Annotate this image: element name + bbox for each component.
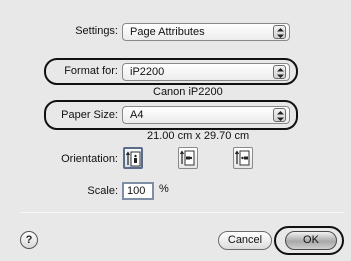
scale-percent-unit: %: [159, 183, 169, 195]
scale-label: Scale:: [87, 185, 118, 197]
format-for-label: Format for:: [64, 65, 118, 77]
orientation-portrait-button[interactable]: [123, 147, 143, 169]
orientation-landscape-right-button[interactable]: [233, 147, 253, 169]
format-for-popup[interactable]: iP2200: [122, 63, 290, 81]
cancel-button[interactable]: Cancel: [218, 231, 272, 250]
landscape-right-icon: [235, 150, 250, 166]
paper-size-label: Paper Size:: [61, 109, 118, 121]
settings-label: Settings:: [75, 25, 118, 37]
settings-popup[interactable]: Page Attributes: [122, 23, 290, 41]
separator: [20, 212, 345, 213]
page-setup-dialog: Settings: Page Attributes Format for: iP…: [0, 0, 351, 261]
scale-value: 100: [127, 185, 146, 197]
popup-stepper-icon: [273, 25, 286, 39]
paper-size-popup[interactable]: A4: [122, 106, 290, 124]
paper-size-value: A4: [130, 109, 144, 121]
ok-button[interactable]: OK: [285, 231, 337, 250]
printer-name-text: Canon iP2200: [153, 86, 223, 98]
orientation-label: Orientation:: [61, 153, 118, 165]
settings-value: Page Attributes: [130, 26, 205, 38]
popup-stepper-icon: [273, 108, 286, 122]
help-button[interactable]: ?: [20, 231, 38, 249]
portrait-icon: [126, 151, 141, 167]
paper-dimensions-text: 21.00 cm x 29.70 cm: [147, 130, 250, 142]
landscape-left-icon: [180, 150, 195, 166]
popup-stepper-icon: [273, 65, 286, 79]
scale-input[interactable]: 100: [122, 182, 154, 200]
format-for-value: iP2200: [130, 66, 165, 78]
orientation-landscape-left-button[interactable]: [178, 147, 198, 169]
